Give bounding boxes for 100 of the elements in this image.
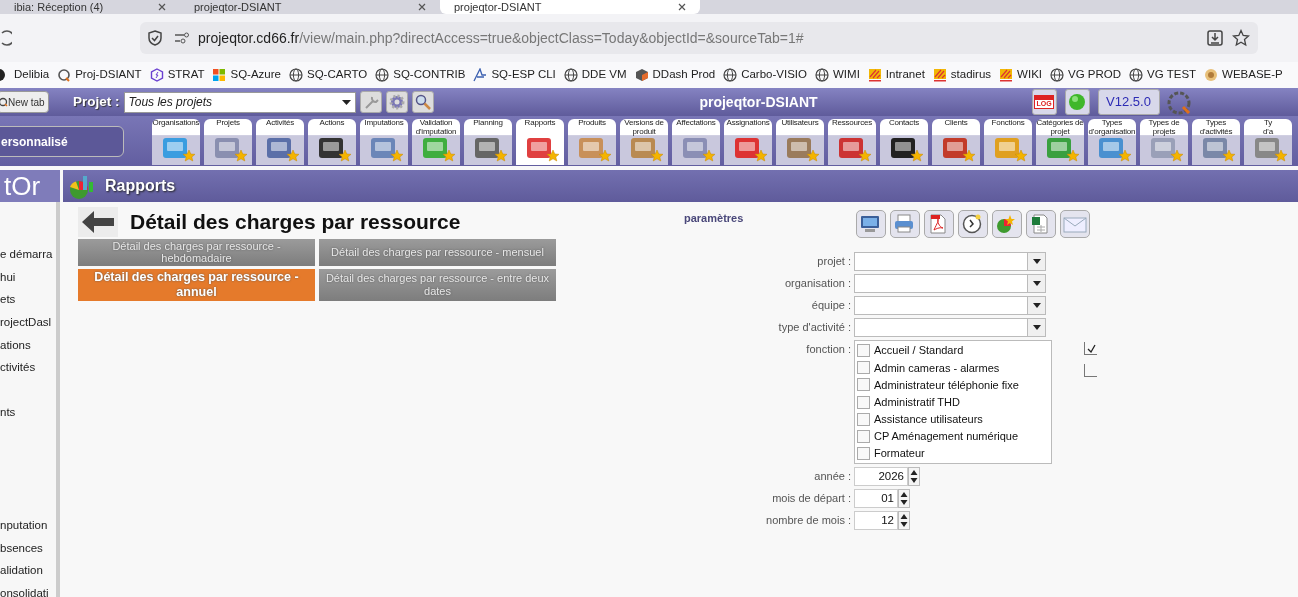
checkbox[interactable] xyxy=(857,447,870,461)
gear-icon xyxy=(387,93,406,111)
number-field[interactable]: 01 xyxy=(854,489,898,509)
spinner-arrows-icon[interactable] xyxy=(908,467,920,487)
checkbox[interactable] xyxy=(857,344,870,358)
download-icon[interactable] xyxy=(1206,29,1224,47)
menu-tab[interactable]: Assignations xyxy=(724,119,772,165)
menu-tab[interactable]: Types d'organisation xyxy=(1088,119,1136,165)
wrench-button[interactable] xyxy=(359,91,382,113)
sidebar-item[interactable]: nputation xyxy=(0,516,56,540)
option-label: Administrateur téléphonie fixe xyxy=(874,377,1019,393)
checkbox[interactable] xyxy=(857,430,870,444)
bookmark[interactable]: VG PROD xyxy=(1050,66,1122,84)
bookmark[interactable]: Delibia xyxy=(0,66,50,84)
select-field[interactable] xyxy=(854,274,1046,293)
number-field[interactable]: 12 xyxy=(854,511,898,531)
tune-icon[interactable] xyxy=(174,32,190,44)
sidebar-item[interactable]: alidation xyxy=(0,562,56,585)
bookmark[interactable]: Proj-DSIANT xyxy=(57,66,142,84)
checkbox[interactable] xyxy=(857,378,870,392)
spinner-arrows-icon[interactable] xyxy=(898,511,910,531)
shield-icon[interactable] xyxy=(146,29,164,47)
view-mode-button[interactable]: ersonnalisé xyxy=(0,126,124,157)
search-button[interactable] xyxy=(411,91,434,113)
bookmark[interactable]: SQ-CARTO xyxy=(288,66,368,84)
new-tab-button[interactable]: New tab xyxy=(0,91,49,113)
browser-tab[interactable]: ibia: Réception (4) xyxy=(0,0,180,14)
sidebar-item[interactable]: e démarra xyxy=(0,246,56,269)
checkbox[interactable] xyxy=(857,361,870,375)
number-field[interactable]: 2026 xyxy=(854,467,908,487)
menu-tab[interactable]: Utilisateurs xyxy=(776,119,824,165)
menu-tab[interactable]: Fonctions xyxy=(984,119,1032,165)
close-icon[interactable] xyxy=(418,3,426,11)
logo-text: tOr xyxy=(0,170,60,202)
bookmark[interactable]: DDE VM xyxy=(563,66,627,84)
menu-tab[interactable]: Affectations xyxy=(672,119,720,165)
back-button[interactable] xyxy=(78,206,118,237)
gear-button[interactable] xyxy=(385,91,408,113)
close-icon[interactable] xyxy=(158,3,166,11)
sidebar-item[interactable]: hui xyxy=(0,268,56,292)
option-label: Administratif THD xyxy=(874,394,960,410)
menu-tab[interactable]: Types d'activités xyxy=(1192,119,1240,165)
menu-tab[interactable]: Rapports xyxy=(516,119,564,165)
checkbox[interactable] xyxy=(1084,342,1097,355)
menu-tab[interactable]: Types de projets xyxy=(1140,119,1188,165)
project-select[interactable]: Tous les projets xyxy=(123,91,356,113)
sidebar-item[interactable]: ets xyxy=(0,291,56,315)
menu-tab[interactable]: Ty d'a xyxy=(1244,119,1292,165)
bookmark[interactable]: SQ-Azure xyxy=(212,66,281,84)
field-label: projet : xyxy=(816,254,851,269)
menu-tab[interactable]: Actions xyxy=(308,119,356,165)
select-field[interactable] xyxy=(854,318,1046,337)
menu-tab[interactable]: Versions de produit xyxy=(620,119,668,165)
menu-tab[interactable]: Projets xyxy=(204,119,252,165)
reload-icon[interactable] xyxy=(0,29,12,47)
menu-tab[interactable]: Catégories de projet xyxy=(1036,119,1084,165)
monitor-button[interactable] xyxy=(856,210,886,238)
select-field[interactable] xyxy=(854,252,1046,271)
sidebar-item[interactable]: nts xyxy=(0,404,56,427)
checkbox[interactable] xyxy=(857,395,870,409)
bookmark[interactable]: SQ-ESP CLI xyxy=(473,66,556,84)
menu-tab[interactable]: Planning xyxy=(464,119,512,165)
bookmark[interactable]: WEBASE-P xyxy=(1204,66,1283,84)
select-field[interactable] xyxy=(854,296,1046,315)
bookmark[interactable]: WIKI xyxy=(999,66,1043,84)
printer-button[interactable] xyxy=(890,210,920,238)
spreadsheet-button[interactable] xyxy=(1026,210,1056,238)
sidebar-item[interactable]: ations xyxy=(0,336,56,360)
bookmark[interactable]: WIMI xyxy=(815,66,860,84)
sidebar-item[interactable]: rojectDasl xyxy=(0,314,56,337)
bookmark[interactable]: stadirus xyxy=(932,66,992,84)
chart-button[interactable] xyxy=(992,210,1022,238)
clock-button[interactable] xyxy=(958,210,988,238)
menu-tab[interactable]: Clients xyxy=(932,119,980,165)
bookmark[interactable]: VG TEST xyxy=(1129,66,1197,84)
menu-tab[interactable]: Validation d'imputation xyxy=(412,119,460,165)
bookmark[interactable]: Intranet xyxy=(867,66,925,84)
bookmark[interactable]: SQ-CONTRIB xyxy=(375,66,466,84)
sidebar-item[interactable]: onsolidati xyxy=(0,584,56,597)
menu-tab[interactable]: Ressources xyxy=(828,119,876,165)
menu-tab[interactable]: Produits xyxy=(568,119,616,165)
pdf-button[interactable] xyxy=(924,210,954,238)
checkbox[interactable] xyxy=(857,412,870,426)
checkbox[interactable] xyxy=(1084,364,1097,377)
menu-tab[interactable]: Contacts xyxy=(880,119,928,165)
bookmark[interactable]: STRAT xyxy=(149,66,205,84)
browser-tab[interactable]: projeqtor-DSIANT xyxy=(440,0,700,14)
sidebar-item[interactable]: ctivités xyxy=(0,359,56,383)
spinner-arrows-icon[interactable] xyxy=(898,489,910,509)
browser-tab[interactable]: projeqtor-DSIANT xyxy=(180,0,440,14)
bookmark[interactable]: Carbo-VISIO xyxy=(723,66,807,84)
menu-tab[interactable]: Organisations xyxy=(152,119,200,165)
menu-tab[interactable]: Activités xyxy=(256,119,304,165)
close-icon[interactable] xyxy=(678,3,686,11)
field-label: mois de départ : xyxy=(771,491,851,507)
bookmark[interactable]: DDash Prod xyxy=(634,66,716,84)
menu-tab[interactable]: Imputations xyxy=(360,119,408,165)
star-icon[interactable] xyxy=(1232,29,1250,47)
sidebar-item[interactable]: bsences xyxy=(0,539,56,563)
checklist[interactable]: Accueil / Standard Admin cameras - alarmes Administrateur téléphonie fixe Administratif THD Assistance utilisateurs CP Aménagement numérique Formateur xyxy=(854,340,1052,465)
